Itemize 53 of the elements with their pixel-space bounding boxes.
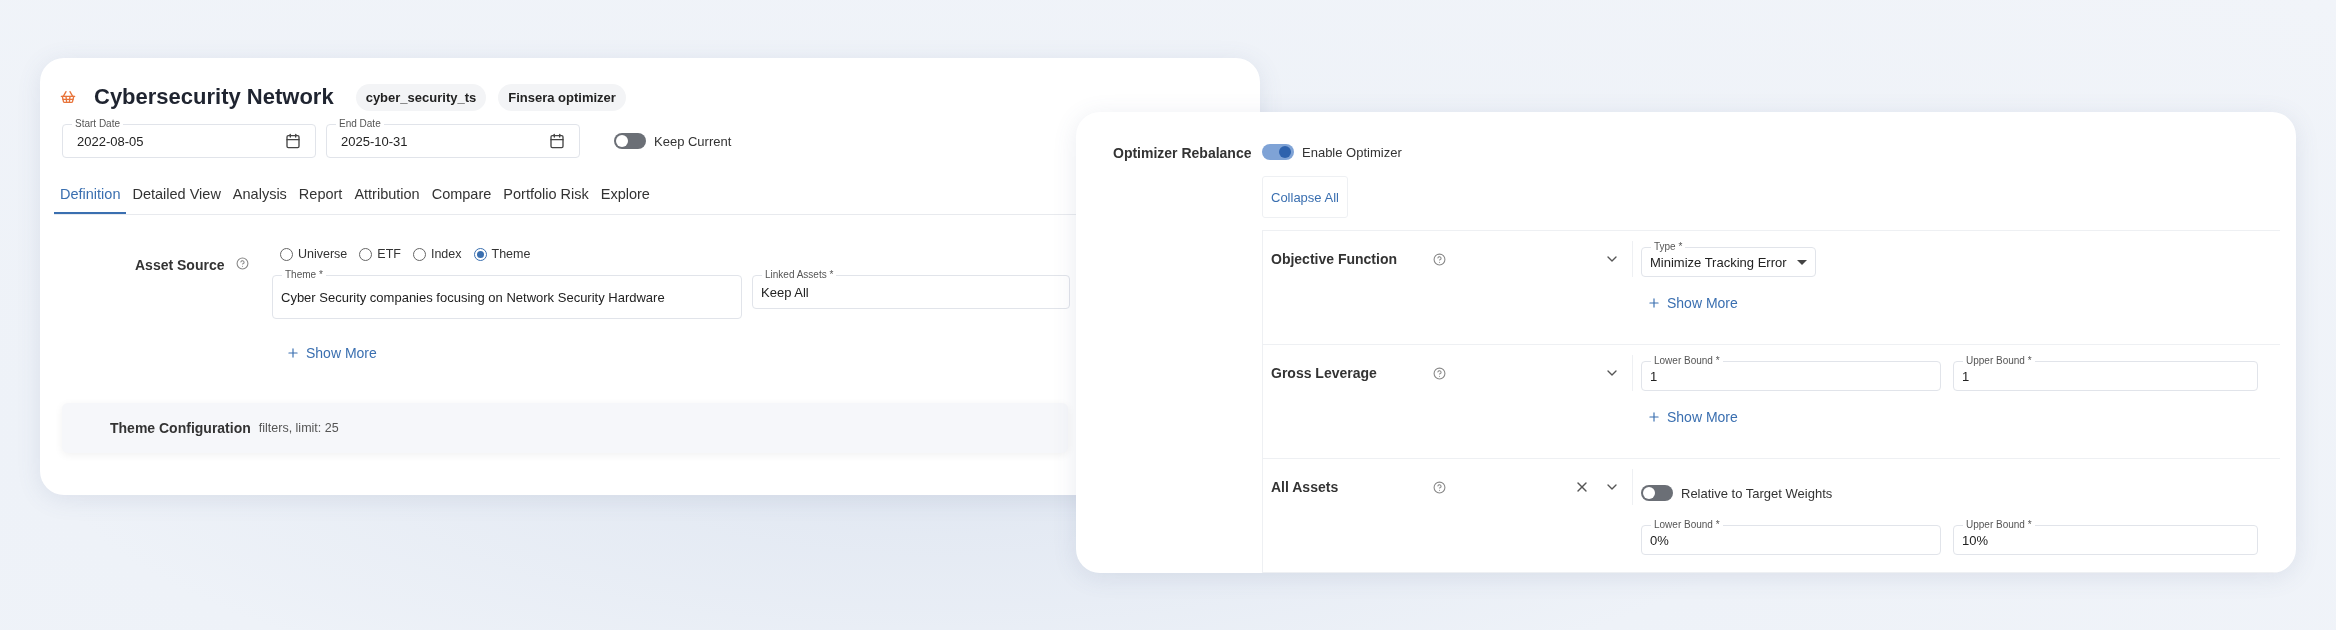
caret-icon — [1797, 259, 1807, 265]
tab[interactable]: Report — [292, 178, 349, 214]
plus-icon — [286, 346, 300, 360]
field-label: Upper Bound * — [1963, 355, 2035, 367]
radio-label: Theme — [491, 247, 531, 261]
radio-label: Index — [430, 247, 462, 261]
show-more-button[interactable]: Show More — [286, 345, 377, 361]
help-icon[interactable] — [1433, 480, 1446, 494]
show-more-button[interactable]: Show More — [1647, 409, 2261, 425]
toggle-switch[interactable] — [1262, 144, 1294, 160]
tab[interactable]: Portfolio Risk — [497, 178, 595, 214]
tab[interactable]: Attribution — [348, 178, 426, 214]
calendar-icon[interactable] — [549, 133, 565, 149]
plus-icon — [1647, 410, 1661, 424]
toggle-label: Enable Optimizer — [1302, 144, 1402, 160]
tab[interactable]: Analysis — [226, 178, 293, 214]
plus-icon — [1647, 296, 1661, 310]
panel-title: Theme Configuration — [110, 420, 251, 436]
help-icon[interactable] — [1433, 366, 1446, 380]
tab[interactable]: Compare — [425, 178, 498, 214]
field-label: Lower Bound * — [1651, 355, 1723, 367]
tag: Finsera optimizer — [498, 83, 626, 111]
field-label: Lower Bound * — [1651, 519, 1723, 531]
toggle-switch[interactable] — [1641, 485, 1673, 501]
field-label: Theme * — [282, 269, 326, 281]
toggle-label: Keep Current — [654, 133, 732, 149]
help-icon[interactable] — [1433, 252, 1446, 266]
field-label: Upper Bound * — [1963, 519, 2035, 531]
tab[interactable]: Definition — [54, 178, 127, 214]
field-label: Type * — [1651, 241, 1686, 253]
field-label: End Date — [336, 118, 384, 130]
section-title: All Assets — [1271, 479, 1340, 495]
field-label: Start Date — [72, 118, 124, 130]
section-title: Objective Function — [1271, 251, 1398, 267]
radio-label: ETF — [377, 247, 401, 261]
basket-icon — [60, 89, 76, 105]
tab[interactable]: Detailed View — [126, 178, 227, 214]
portfolio-title: Cybersecurity Network — [94, 84, 334, 110]
panel-summary: filters, limit: 25 — [258, 421, 339, 435]
calendar-icon[interactable] — [285, 133, 301, 149]
help-icon[interactable] — [236, 257, 250, 270]
tag: cyber_security_ts — [355, 83, 487, 111]
theme-configuration-panel[interactable]: Theme Configuration filters, limit: 25 — [62, 403, 1068, 453]
show-more-button[interactable]: Show More — [1647, 295, 2261, 311]
tab[interactable]: Explore — [594, 178, 656, 214]
toggle-switch[interactable] — [614, 133, 646, 149]
radio-label: Universe — [298, 247, 348, 261]
toggle-label: Relative to Target Weights — [1681, 485, 1833, 501]
section-title: Gross Leverage — [1271, 365, 1378, 381]
field-heading: Optimizer Rebalance — [1113, 145, 1252, 161]
field-heading: Asset Source — [135, 257, 225, 273]
field-label: Linked Assets * — [762, 269, 837, 281]
collapse-all-button[interactable]: Collapse All — [1262, 176, 1348, 218]
